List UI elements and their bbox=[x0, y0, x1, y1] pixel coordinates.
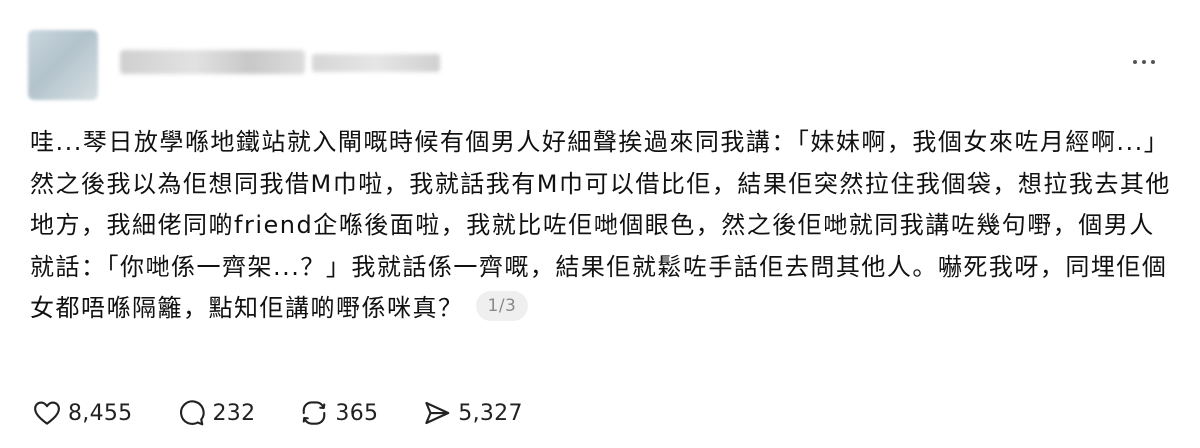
more-dot-icon bbox=[1133, 60, 1137, 64]
heart-icon bbox=[34, 401, 60, 425]
image-page-indicator: 1/3 bbox=[475, 291, 529, 321]
avatar[interactable] bbox=[28, 30, 98, 100]
post-body: 哇...琴日放學喺地鐵站就入閘嘅時候有個男人好細聲挨過來同我講：「妹妹啊，我個女… bbox=[30, 122, 1180, 330]
like-count: 8,455 bbox=[68, 400, 133, 426]
more-options-button[interactable] bbox=[1126, 50, 1162, 74]
timestamp-redacted bbox=[312, 54, 440, 72]
repost-arrows-icon bbox=[303, 401, 326, 425]
like-button[interactable]: 8,455 bbox=[32, 398, 132, 428]
comment-bubble-icon bbox=[180, 400, 206, 426]
action-bar: 8,455 232 365 5,327 bbox=[32, 396, 567, 430]
share-count: 5,327 bbox=[458, 400, 523, 426]
more-dot-icon bbox=[1142, 60, 1146, 64]
repost-count: 365 bbox=[335, 400, 379, 426]
post-text: 哇...琴日放學喺地鐵站就入閘嘅時候有個男人好細聲挨過來同我講：「妹妹啊，我個女… bbox=[30, 128, 1171, 322]
thread-post: 哇...琴日放學喺地鐵站就入閘嘅時候有個男人好細聲挨過來同我講：「妹妹啊，我個女… bbox=[0, 0, 1200, 448]
username-redacted[interactable] bbox=[120, 50, 305, 74]
comment-button[interactable]: 232 bbox=[176, 398, 255, 428]
send-icon bbox=[425, 401, 450, 425]
share-button[interactable]: 5,327 bbox=[422, 398, 522, 428]
repost-button[interactable]: 365 bbox=[299, 398, 378, 428]
more-dot-icon bbox=[1151, 60, 1155, 64]
comment-count: 232 bbox=[212, 400, 256, 426]
